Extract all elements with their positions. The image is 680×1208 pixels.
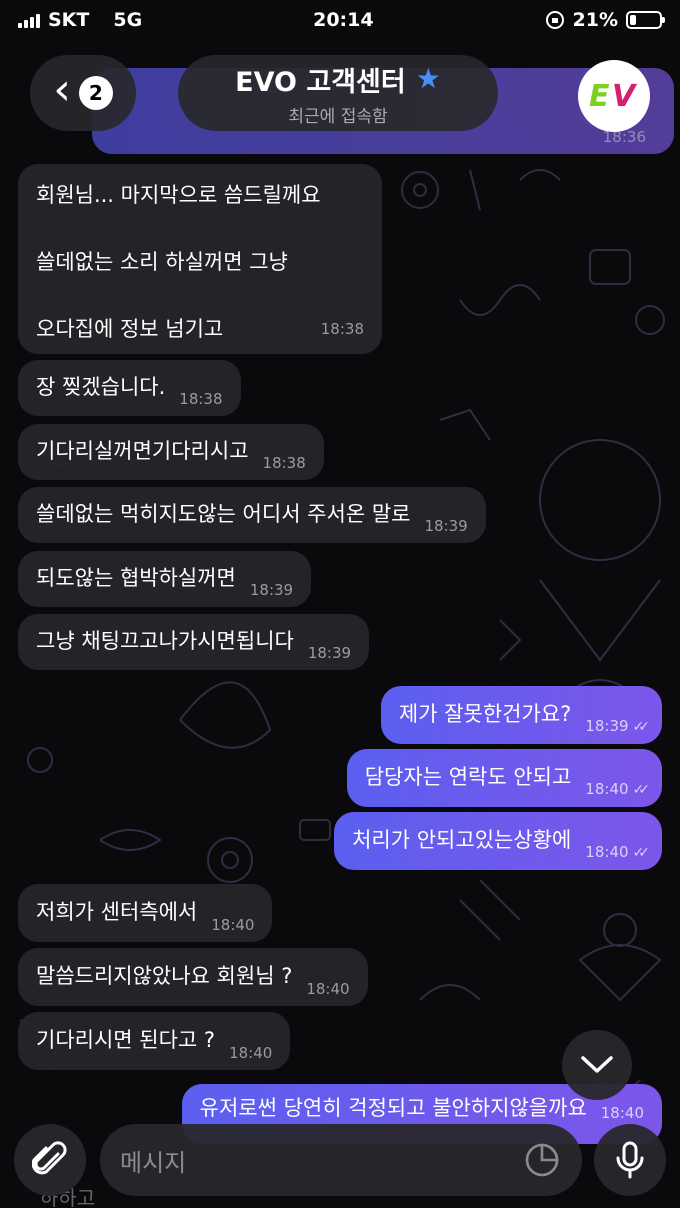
attach-button[interactable] — [14, 1124, 86, 1196]
message-text: 말씀드리지않았나요 회원님 ? — [36, 964, 293, 989]
message-time: 18:39 — [249, 581, 294, 599]
message-bubble[interactable]: 기다리실꺼면기다리시고 18:38 — [18, 424, 324, 480]
message-bubble[interactable]: 그냥 채팅끄고나가시면됩니다 18:39 — [18, 614, 370, 670]
back-button[interactable]: ‹ 2 — [30, 55, 136, 131]
voice-record-button[interactable] — [594, 1124, 666, 1196]
message-bubble[interactable]: 장 찢겠습니다. 18:38 — [18, 360, 241, 416]
message-text: 그냥 채팅끄고나가시면됩니다 — [36, 629, 294, 654]
clock: 20:14 — [313, 9, 374, 31]
message-text: 쓸데없는 소리 하실꺼면 그냥 — [36, 250, 288, 274]
message-bubble[interactable]: 처리가 안되고있는상황에 18:40 ✓✓ — [334, 812, 662, 870]
message-time: 18:40 — [585, 843, 629, 862]
microphone-icon — [616, 1141, 644, 1179]
message-time: 18:40 — [600, 1104, 644, 1122]
message-time: 18:40 — [585, 780, 629, 799]
message-time: 18:38 — [179, 390, 223, 408]
paperclip-icon — [32, 1141, 67, 1175]
chevron-left-icon: ‹ — [53, 64, 71, 115]
message-text: 제가 잘못한건가요? — [398, 702, 572, 727]
message-time: 18:38 — [320, 320, 364, 338]
svg-text:V: V — [612, 79, 638, 114]
status-bar: SKT 5G 20:14 21% — [0, 0, 680, 40]
message-text: 회원님... 마지막으로 씀드릴께요 — [36, 183, 321, 207]
message-text: 담당자는 연락도 안되고 — [364, 765, 572, 790]
orientation-lock-icon — [545, 11, 564, 29]
read-check-icon: ✓✓ — [632, 719, 651, 736]
read-check-icon: ✓✓ — [632, 845, 651, 862]
message-time: 18:40 — [306, 980, 350, 998]
message-time: 18:40 — [229, 1044, 273, 1062]
battery-icon — [625, 11, 665, 29]
message-time: 18:40 — [211, 916, 255, 934]
battery-level — [629, 15, 636, 25]
message-bubble[interactable]: 담당자는 연락도 안되고 18:40 ✓✓ — [346, 749, 662, 807]
message-text: 저희가 센터측에서 — [36, 900, 198, 925]
chat-header[interactable]: EVO 고객센터 ★ 최근에 접속함 — [178, 55, 498, 131]
message-bubble[interactable]: 제가 잘못한건가요? 18:39 ✓✓ — [380, 686, 662, 744]
star-icon: ★ — [415, 62, 441, 95]
network-label: 5G — [113, 9, 143, 31]
chevron-down-icon — [581, 1056, 613, 1073]
message-text: 오다집에 정보 넘기고 — [36, 317, 224, 341]
message-text: 되도않는 협박하실꺼면 — [36, 566, 236, 591]
message-time: 18:39 — [424, 517, 468, 535]
status-right: 21% — [545, 9, 665, 31]
message-bubble[interactable]: 말씀드리지않았나요 회원님 ? 18:40 — [18, 948, 368, 1006]
scroll-to-bottom-button[interactable] — [562, 1030, 632, 1100]
unread-count-badge: 2 — [78, 76, 113, 110]
last-seen-status: 최근에 접속함 — [288, 106, 388, 127]
svg-text:E: E — [589, 79, 610, 114]
evo-logo-icon: E V — [581, 63, 647, 129]
message-bubble[interactable]: 되도않는 협박하실꺼면 18:39 — [18, 551, 312, 607]
message-input[interactable]: 메시지 — [100, 1124, 582, 1196]
status-left: SKT 5G — [18, 9, 142, 31]
message-text: 유저로썬 당연히 걱정되고 불안하지않을까요 — [199, 1096, 587, 1120]
message-time: 18:39 — [307, 644, 352, 662]
message-time: 18:39 — [585, 717, 629, 736]
message-bubble[interactable]: 회원님... 마지막으로 씀드릴께요 쓸데없는 소리 하실꺼면 그냥 오다집에 … — [18, 164, 382, 354]
message-bubble[interactable]: 쓸데없는 먹히지도않는 어디서 주서온 말로 18:39 — [18, 487, 486, 543]
carrier-label: SKT — [48, 9, 90, 31]
message-text: 기다리실꺼면기다리시고 — [36, 439, 249, 464]
message-bubble[interactable]: 기다리시면 된다고 ? 18:40 — [18, 1012, 291, 1070]
message-time: 18:38 — [262, 454, 306, 472]
signal-icon — [18, 12, 40, 28]
message-bubble[interactable]: 저희가 센터측에서 18:40 — [18, 884, 273, 942]
battery-percent: 21% — [572, 9, 618, 31]
message-input-placeholder: 메시지 — [120, 1148, 187, 1177]
sticker-icon[interactable] — [524, 1142, 560, 1178]
message-text: 장 찢겠습니다. — [36, 375, 166, 400]
avatar[interactable]: E V — [578, 60, 650, 132]
message-text: 처리가 안되고있는상황에 — [352, 828, 572, 853]
read-check-icon: ✓✓ — [632, 782, 651, 799]
chat-title: EVO 고객센터 — [235, 66, 406, 98]
message-text: 쓸데없는 먹히지도않는 어디서 주서온 말로 — [36, 502, 411, 527]
message-text: 기다리시면 된다고 ? — [36, 1028, 216, 1053]
